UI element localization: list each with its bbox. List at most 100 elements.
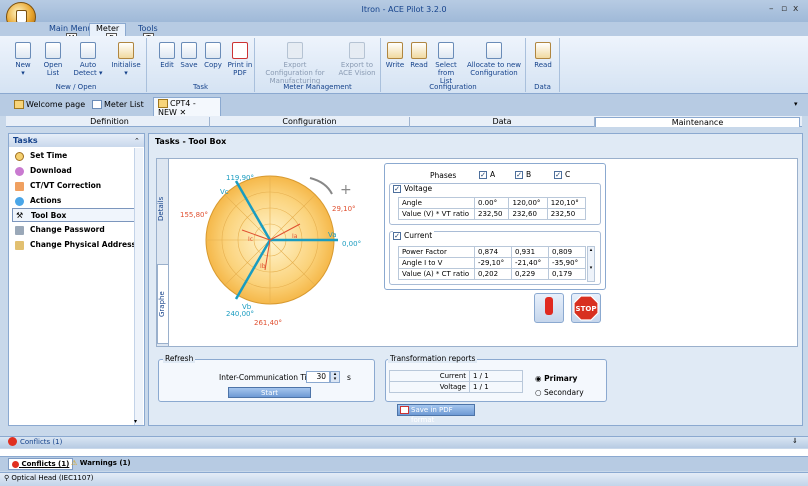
- vc-label: Vc: [220, 188, 229, 196]
- tab-conflicts[interactable]: Conflicts (1): [8, 458, 74, 470]
- table-row: Current 1 / 1: [389, 370, 523, 382]
- table-row: Power Factor 0,874 0,931 0,809: [398, 246, 586, 258]
- rotation-arrow: [309, 177, 333, 195]
- tab-warnings[interactable]: ⚠ Warnings (1): [68, 458, 134, 470]
- angle-v-top: 119,90°: [226, 174, 254, 182]
- tab-main-menu[interactable]: Main Menu: [49, 24, 93, 33]
- allocate-config-button[interactable]: Allocate to new Configuration: [465, 42, 523, 77]
- phase-b-checkbox[interactable]: ✓ B: [515, 170, 531, 179]
- checkbox-check-icon: ✓: [479, 171, 487, 179]
- current-checkbox[interactable]: ✓ Current: [393, 231, 435, 240]
- initialise-button[interactable]: Initialise ▾: [110, 42, 142, 77]
- auto-detect-button[interactable]: Auto Detect ▾: [72, 42, 104, 77]
- stop-button[interactable]: STOP: [571, 293, 601, 323]
- tasks-scrollbar[interactable]: [134, 148, 143, 425]
- correction-icon: [15, 182, 24, 191]
- phase-a-checkbox[interactable]: ✓ A: [479, 170, 495, 179]
- read-data-button[interactable]: Read: [532, 42, 554, 69]
- task-change-physical-address[interactable]: Change Physical Address: [12, 238, 140, 252]
- checkbox-check-icon: ✓: [515, 171, 523, 179]
- phasor-diagram: + Va Vc Vb Ia Ic Ib 119,90° 0,00° 240,00…: [180, 174, 361, 327]
- minimize-button[interactable]: –: [769, 4, 774, 14]
- tab-cpt4-new[interactable]: CPT4 - NEW ✕: [153, 97, 221, 117]
- group-meter-management: Export Configuration for Manufacturing E…: [255, 38, 381, 92]
- subtab-maintenance[interactable]: Maintenance: [595, 117, 800, 127]
- interval-stepper[interactable]: ▴ ▾: [330, 371, 340, 383]
- interval-input[interactable]: 30: [306, 371, 330, 383]
- save-pdf-button[interactable]: Save in PDF format: [397, 404, 475, 424]
- transformation-table: Current 1 / 1 Voltage 1 / 1: [389, 370, 523, 393]
- meter-list-icon: [92, 100, 102, 109]
- home-icon: [14, 100, 24, 109]
- angle-i-right: 29,10°: [332, 205, 356, 213]
- copy-button[interactable]: Copy: [203, 42, 223, 69]
- radio-selected-icon: ◉: [535, 374, 542, 383]
- phase-c-checkbox[interactable]: ✓ C: [554, 170, 570, 179]
- phases-label: Phases: [430, 171, 457, 180]
- task-actions[interactable]: Actions: [12, 194, 140, 208]
- transformation-label: Transformation reports: [388, 354, 478, 363]
- group-configuration: Write Read Select from List Allocate to …: [381, 38, 526, 92]
- open-list-button[interactable]: Open List: [40, 42, 66, 77]
- tab-meter-list[interactable]: Meter List: [88, 99, 148, 113]
- task-set-time[interactable]: Set Time: [12, 149, 140, 163]
- key-icon: [15, 226, 24, 235]
- checkbox-check-icon: ✓: [554, 171, 562, 179]
- export-ace-vision-button[interactable]: Export to ACE Vision: [337, 42, 377, 77]
- select-from-list-button[interactable]: Select from List: [433, 42, 459, 85]
- conflicts-bar-label: Conflicts (1): [20, 438, 63, 446]
- group-label: New / Open: [55, 83, 97, 91]
- scroll-down-icon[interactable]: ▾: [134, 418, 137, 425]
- primary-radio[interactable]: ◉ Primary: [535, 374, 577, 383]
- secondary-radio[interactable]: ○ Secondary: [535, 388, 584, 397]
- tasks-header: Tasks: [9, 134, 144, 147]
- restore-button[interactable]: ▫: [781, 4, 787, 14]
- table-row: Voltage 1 / 1: [389, 381, 523, 393]
- read-config-button[interactable]: Read: [409, 42, 429, 69]
- page-title: Tasks - Tool Box: [155, 137, 227, 146]
- tab-welcome-page[interactable]: Welcome page: [10, 99, 89, 113]
- allocate-icon: [486, 42, 502, 59]
- tab-tools[interactable]: Tools: [138, 24, 158, 33]
- export-icon: [287, 42, 303, 59]
- read-data-icon: [535, 42, 551, 59]
- initialise-icon: [118, 42, 134, 59]
- rotation-plus-icon: +: [340, 182, 352, 198]
- task-change-password[interactable]: Change Password: [12, 223, 140, 237]
- task-ct-vt-correction[interactable]: CT/VT Correction: [12, 179, 140, 193]
- group-label: Data: [534, 83, 551, 91]
- exclamation-icon: [545, 297, 553, 315]
- new-button[interactable]: New ▾: [12, 42, 34, 77]
- task-download[interactable]: Download: [12, 164, 140, 178]
- group-task: Edit Save Copy Print in PDF Task: [147, 38, 255, 92]
- checkbox-check-icon: ✓: [393, 185, 401, 193]
- subtab-definition[interactable]: Definition: [10, 117, 210, 127]
- start-button[interactable]: Start: [228, 387, 311, 398]
- table-row: Angle 0.00° 120,00° 120,10°: [398, 197, 587, 209]
- va-label: Va: [328, 231, 337, 239]
- save-button[interactable]: Save: [179, 42, 199, 69]
- wrench-icon: ⚒: [16, 211, 24, 220]
- pin-icon[interactable]: ⇓: [792, 437, 798, 445]
- ib-label: Ib: [260, 263, 266, 270]
- select-list-icon: [438, 42, 454, 59]
- collapse-tasks-icon[interactable]: ⌃: [134, 137, 140, 145]
- export-manufacturing-button[interactable]: Export Configuration for Manufacturing: [259, 42, 331, 85]
- subtab-configuration[interactable]: Configuration: [210, 117, 410, 127]
- table-row: Value (A) * CT ratio 0,202 0,229 0,179: [398, 268, 586, 280]
- status-bar: [0, 472, 808, 486]
- voltage-checkbox[interactable]: ✓ Voltage: [393, 184, 435, 193]
- meter-doc-icon: [158, 99, 168, 108]
- tab-list-dropdown-icon[interactable]: ▾: [794, 100, 798, 108]
- close-button[interactable]: x: [793, 4, 798, 14]
- stop-icon: STOP: [573, 295, 599, 321]
- print-pdf-button[interactable]: Print in PDF: [227, 42, 253, 77]
- current-table-scrollbar[interactable]: ▴ ▾: [587, 246, 595, 282]
- subtab-data[interactable]: Data: [410, 117, 595, 127]
- copy-icon: [205, 42, 221, 59]
- task-tool-box[interactable]: ⚒ Tool Box: [12, 208, 140, 222]
- voltage-table: Angle 0.00° 120,00° 120,10° Value (V) * VT …: [398, 197, 587, 220]
- warning-button[interactable]: [534, 293, 564, 323]
- write-button[interactable]: Write: [385, 42, 405, 69]
- edit-button[interactable]: Edit: [157, 42, 177, 69]
